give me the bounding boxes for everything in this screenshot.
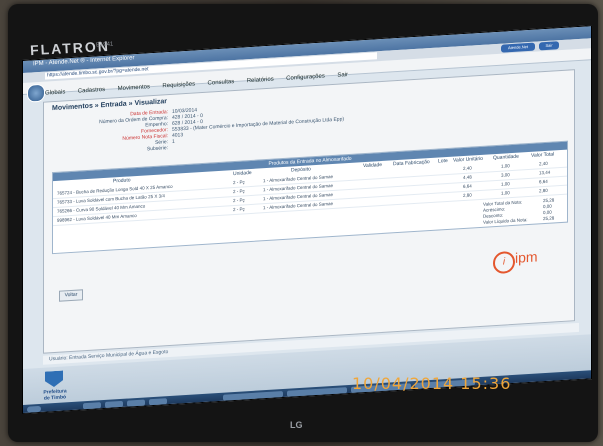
column-header: Depósito: [291, 166, 311, 174]
taskbar-app-button[interactable]: [105, 400, 123, 408]
total-cell: 13,44: [539, 169, 551, 176]
menu-item-requisicoes[interactable]: Requisições: [162, 79, 195, 92]
ipm-logo: i ipm: [493, 247, 549, 276]
total-cell: 2,40: [539, 160, 548, 167]
column-header: Unidade: [233, 169, 252, 178]
total-cell: 2,80: [539, 187, 548, 194]
total-cell: 6,64: [539, 178, 548, 185]
menu-item-cadastros[interactable]: Cadastros: [78, 85, 105, 98]
shield-icon: [45, 370, 63, 387]
column-header: Quantidade: [493, 153, 519, 162]
totals-value: 25,28: [543, 197, 555, 204]
back-button[interactable]: Voltar: [59, 289, 83, 302]
exit-button[interactable]: Sair: [539, 41, 559, 51]
totals-value: 0,00: [543, 203, 552, 210]
unit-value-cell: 6,64: [463, 183, 472, 190]
unit-cell: 2 - Pç: [233, 197, 245, 204]
column-header: Produto: [113, 177, 131, 185]
column-header: Valor Unitário: [453, 155, 483, 164]
menu-item-consultas[interactable]: Consultas: [208, 77, 235, 90]
unit-value-cell: 2,80: [463, 192, 472, 199]
lg-logo: LG: [290, 420, 303, 430]
field-value: 1: [172, 138, 175, 145]
menu-item-relatorios[interactable]: Relatórios: [247, 75, 274, 88]
totals-value: 0,00: [543, 209, 552, 216]
unit-value-cell: 4,48: [463, 174, 472, 181]
taskbar-app-button[interactable]: [83, 402, 101, 410]
photo-timestamp: 10/04/2014 15:36: [352, 374, 512, 393]
taskbar-app-button[interactable]: [149, 398, 167, 406]
totals-value: 25,28: [543, 215, 555, 222]
menu-item-globais[interactable]: Globais: [45, 87, 65, 99]
products-table: Produtos da Entrada no Almoxarifado Prod…: [52, 140, 568, 255]
unit-value-cell: 2,40: [463, 165, 472, 172]
column-header: Valor Total: [531, 151, 555, 159]
taskbar-app-button[interactable]: [127, 399, 145, 407]
monitor-screen: IPM - Atende.Net ® - Internet Explorer h…: [22, 25, 592, 415]
monitor-model: E1941: [95, 41, 114, 49]
prefeitura-logo-text: Prefeitura de Timbó: [37, 388, 73, 402]
column-header: Lote: [438, 157, 448, 165]
start-button[interactable]: [27, 405, 41, 413]
entry-panel: Movimentos » Entrada » Visualizar Data d…: [43, 69, 575, 354]
qty-cell: 1,00: [501, 163, 510, 169]
qty-cell: 1,00: [501, 181, 510, 187]
ipm-logo-text: ipm: [515, 248, 538, 266]
prefeitura-line2: de Timbó: [43, 394, 67, 402]
start-orb-icon[interactable]: [27, 83, 45, 103]
menu-item-sair[interactable]: Sair: [337, 70, 348, 82]
menu-item-movimentos[interactable]: Movimentos: [118, 82, 150, 95]
column-header: Validade: [363, 161, 383, 170]
unit-cell: 2 - Pç: [233, 179, 245, 186]
column-header: Data Fabricação: [393, 159, 430, 168]
qty-cell: 3,00: [501, 172, 510, 178]
unit-cell: 2 - Pç: [233, 188, 245, 195]
unit-cell: 2 - Pç: [233, 206, 245, 213]
qty-cell: 1,00: [501, 190, 510, 196]
prefeitura-logo: Prefeitura de Timbó: [37, 370, 73, 406]
menu-item-configuracoes[interactable]: Configurações: [286, 71, 325, 84]
ipm-logo-mark: i: [493, 250, 515, 275]
